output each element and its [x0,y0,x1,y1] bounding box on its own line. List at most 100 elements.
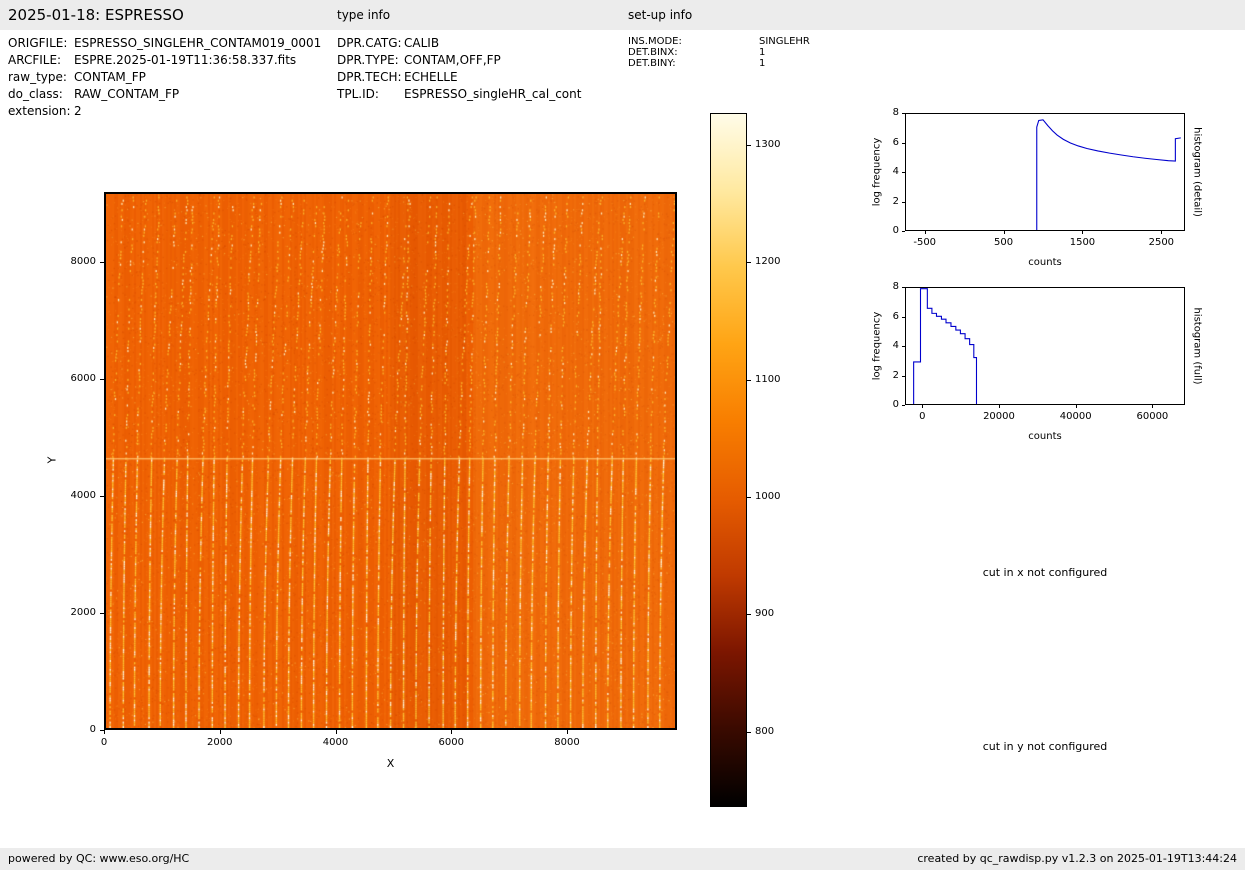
footer-bar: powered by QC: www.eso.org/HC created by… [0,848,1245,870]
hist-full-y-tick-label: 4 [892,340,899,351]
meta-label: DPR.CATG: [337,36,402,50]
main-x-tick-label: 6000 [438,737,464,748]
meta-row: DET.BINX: 1 [628,47,810,58]
hist-detail-plot [1036,119,1181,230]
meta-label: ORIGFILE: [8,36,68,50]
hist-detail-y-tick-mark [902,231,905,232]
main-x-tick-label: 2000 [207,737,233,748]
cut-y-message: cut in y not configured [982,740,1108,753]
hist-full-y-tick-mark [902,405,905,406]
hist-full-x-tick-mark [1152,405,1154,408]
main-y-tick-label: 6000 [70,373,96,385]
hist-full-y-tick-mark [902,287,905,288]
setup-info-heading: set-up info [628,8,693,22]
main-y-tick-label: 0 [89,724,96,735]
main-y-tick-mark [100,379,104,381]
hist-detail-x-tick-label: 500 [994,237,1014,248]
file-info-block: ORIGFILE: ESPRESSO_SINGLEHR_CONTAM019_000… [8,36,321,121]
meta-value: CONTAM_FP [74,70,146,84]
raw-frame-plot [104,192,677,730]
colorbar-tick-mark [747,144,751,146]
main-y-tick-mark [100,730,104,731]
meta-label: DET.BINX: [628,47,678,58]
hist-full-x-tick-label: 60000 [1136,411,1169,422]
page-title: 2025-01-18: ESPRESSO [8,6,184,24]
hist-detail-x-tick-mark [1161,231,1163,234]
hist-full-x-tick-mark [922,405,924,408]
hist-detail-x-tick-mark [1003,231,1005,234]
meta-value: CONTAM,OFF,FP [404,53,501,67]
hist-full-x-tick-label: 40000 [1059,411,1092,422]
hist-detail-y-tick-label: 8 [892,107,899,118]
type-info-block: DPR.CATG: CALIB DPR.TYPE: CONTAM,OFF,FP DPR.… [337,36,581,104]
colorbar-tick-label: 1100 [755,373,781,385]
hist-full-y-tick-label: 0 [892,399,899,410]
meta-row: ARCFILE: ESPRE.2025-01-19T11:36:58.337.fi… [8,53,321,70]
meta-row: INS.MODE: SINGLEHR [628,36,810,47]
setup-info-block: INS.MODE: SINGLEHR DET.BINX: 1 DET.BINY: 1 [628,36,810,69]
hist-detail-y-tick-mark [902,113,905,114]
hist-full-plot [913,288,978,404]
hist-full-xlabel: counts [1028,431,1062,442]
meta-label: do_class: [8,87,63,101]
main-x-tick-mark [567,730,569,734]
main-y-tick-mark [100,262,104,264]
meta-value: 1 [759,58,766,69]
colorbar-tick-label: 1200 [755,256,781,268]
meta-label: raw_type: [8,70,67,84]
meta-value: RAW_CONTAM_FP [74,87,180,101]
main-y-tick-label: 8000 [70,256,96,268]
main-x-tick-label: 8000 [554,737,580,748]
hist-detail-ylabel: log frequency [871,137,883,207]
meta-label: DPR.TECH: [337,70,402,84]
main-x-tick-mark [335,730,337,734]
hist-full-ylabel: log frequency [871,311,883,381]
hist-full-x-tick-mark [998,405,1000,408]
meta-label: INS.MODE: [628,36,682,47]
meta-value: ESPRESSO_SINGLEHR_CONTAM019_0001 [74,36,322,50]
meta-label: DPR.TYPE: [337,53,399,67]
meta-row: DET.BINY: 1 [628,58,810,69]
meta-row: raw_type: CONTAM_FP [8,70,321,87]
colorbar-tick-label: 1300 [755,138,781,150]
main-x-tick-mark [219,730,221,734]
main-y-tick-mark [100,613,104,615]
hist-full-frame [905,287,1185,405]
hist-full-x-tick-mark [1075,405,1077,408]
hist-detail-x-tick-label: 1500 [1069,237,1096,248]
hist-full-line [913,288,978,404]
hist-full-y-tick-mark [902,346,905,347]
hist-full-y-tick-mark [902,375,905,377]
header-bar: 2025-01-18: ESPRESSO type info set-up in… [0,0,1245,30]
colorbar-tick-mark [747,731,751,733]
hist-detail-y-tick-mark [902,172,905,173]
colorbar [710,113,747,807]
hist-detail-y-tick-label: 4 [892,166,899,177]
qc-report-page: 2025-01-18: ESPRESSO type info set-up in… [0,0,1245,870]
hist-detail-x-tick-label: -500 [913,237,937,248]
main-y-tick-mark [100,496,104,498]
hist-detail-y-tick-label: 6 [892,136,899,148]
hist-detail-y-tick-label: 2 [892,195,899,207]
cut-x-message: cut in x not configured [982,566,1108,579]
hist-full-y-tick-label: 8 [892,281,899,292]
meta-label: TPL.ID: [337,87,379,101]
meta-value: ECHELLE [404,70,458,84]
meta-label: ARCFILE: [8,53,62,67]
main-x-tick-mark [104,730,105,734]
type-info-heading: type info [337,8,391,22]
main-x-tick-label: 4000 [322,737,349,748]
colorbar-tick-label: 1000 [755,490,781,502]
hist-detail-frame [905,113,1185,231]
meta-row: extension: 2 [8,104,321,121]
meta-value: CALIB [404,36,440,50]
raw-frame-image [106,194,675,728]
hist-detail-y-tick-mark [902,201,905,203]
hist-detail-y-tick-label: 0 [892,225,899,236]
meta-value: 1 [759,47,766,58]
colorbar-tick-mark [747,496,751,498]
x-axis-label: X [386,757,395,770]
footer-credit: powered by QC: www.eso.org/HC [8,852,190,865]
meta-row: do_class: RAW_CONTAM_FP [8,87,321,104]
hist-full-x-tick-label: 20000 [983,411,1015,422]
